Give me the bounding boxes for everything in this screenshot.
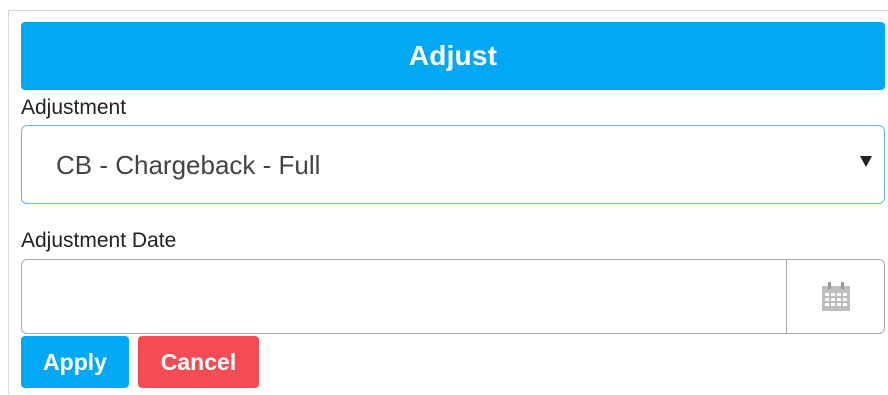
adjustment-date-input[interactable]: [22, 260, 786, 333]
calendar-button[interactable]: [786, 260, 884, 333]
cancel-button[interactable]: Cancel: [138, 336, 259, 388]
calendar-icon: [821, 281, 850, 311]
adjustment-label: Adjustment: [21, 96, 127, 119]
adjustment-select[interactable]: CB - Chargeback - Full: [21, 125, 885, 204]
caret-down-icon: [860, 156, 872, 167]
adjustment-selected-value: CB - Chargeback - Full: [56, 150, 321, 180]
adjustment-date-field: [21, 259, 885, 334]
adjustment-date-label: Adjustment Date: [21, 229, 177, 252]
apply-button[interactable]: Apply: [21, 336, 129, 388]
adjust-header: Adjust: [21, 22, 885, 90]
